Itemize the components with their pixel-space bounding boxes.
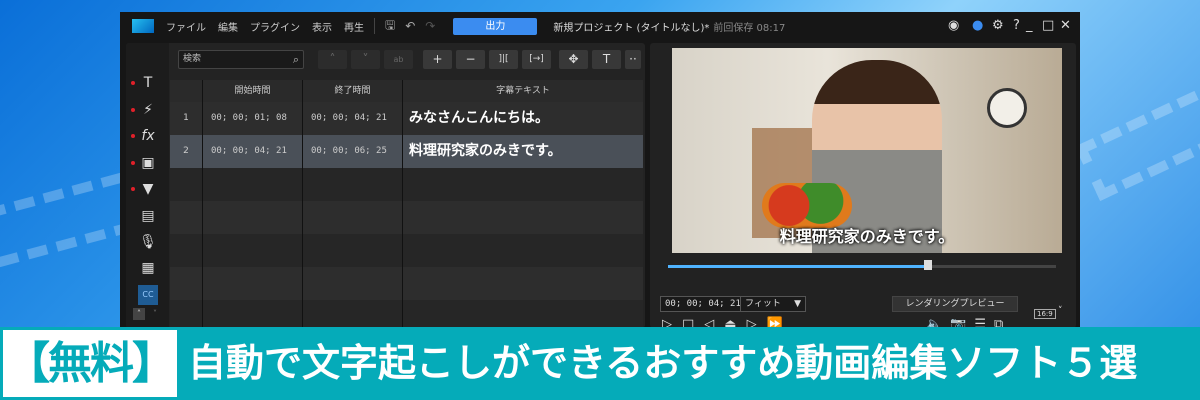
scroll-down-icon[interactable]: ˅ bbox=[149, 308, 161, 320]
start-time[interactable]: 00; 00; 01; 08 bbox=[203, 102, 303, 135]
article-banner: 【無料】 自動で文字起こしができるおすすめ動画編集ソフト５選 bbox=[0, 327, 1200, 400]
seek-handle[interactable] bbox=[923, 260, 932, 270]
move-down-button[interactable]: ˅ bbox=[351, 49, 380, 69]
menu-play[interactable]: 再生 bbox=[344, 19, 364, 34]
search-icon[interactable]: ⌕ bbox=[293, 51, 299, 68]
pip-room-icon[interactable]: ▣ bbox=[131, 153, 158, 173]
table-row-selected[interactable]: 2 00; 00; 04; 21 00; 00; 06; 25 料理研究家のみき… bbox=[170, 135, 643, 168]
row-number: 1 bbox=[170, 102, 203, 135]
empty-row bbox=[170, 201, 643, 234]
redo-icon[interactable]: ↷ bbox=[425, 19, 435, 33]
empty-row bbox=[170, 234, 643, 267]
empty-row bbox=[170, 168, 643, 201]
scroll-up-icon[interactable]: ˄ bbox=[133, 308, 145, 320]
subtitle-toolbar: 検索 ⌕ ˄ ˅ ab + − ]|[ [→] ✥ T ·· bbox=[170, 43, 645, 75]
chapter-room-icon[interactable]: ▤ bbox=[138, 206, 158, 226]
zoom-select[interactable]: フィット ▼ bbox=[740, 296, 806, 312]
subtitle-room-icon[interactable]: CC bbox=[138, 285, 158, 305]
particle-room-icon[interactable]: ▼ bbox=[131, 179, 158, 199]
transition-room-icon[interactable]: ⚡ bbox=[131, 100, 158, 120]
add-subtitle-button[interactable]: + bbox=[423, 49, 452, 69]
aspect-chevron-icon[interactable]: ˅ bbox=[1058, 306, 1063, 316]
menu-plugin[interactable]: プラグイン bbox=[250, 19, 300, 34]
film-strip-decoration bbox=[1074, 79, 1200, 201]
clock-image bbox=[987, 88, 1027, 128]
divider bbox=[374, 18, 375, 34]
more-button[interactable]: ·· bbox=[625, 49, 641, 69]
table-row[interactable]: 1 00; 00; 01; 08 00; 00; 04; 21 みなさんこんにち… bbox=[170, 102, 643, 135]
app-logo bbox=[132, 19, 154, 33]
header-end[interactable]: 終了時間 bbox=[303, 80, 403, 102]
voice-record-icon[interactable]: 🎙 bbox=[138, 232, 158, 252]
save-icon[interactable]: 🖫 bbox=[385, 16, 395, 37]
header-text[interactable]: 字幕テキスト bbox=[403, 80, 643, 102]
table-header: 開始時間 終了時間 字幕テキスト bbox=[170, 80, 643, 102]
project-title: 新規プロジェクト (タイトルなし)* bbox=[553, 22, 710, 34]
last-saved: 前回保存 08:17 bbox=[713, 22, 786, 34]
search-placeholder: 検索 bbox=[183, 53, 202, 64]
title-room-icon[interactable]: T bbox=[131, 73, 158, 93]
empty-row bbox=[170, 300, 643, 328]
undo-icon[interactable]: ↶ bbox=[405, 19, 415, 33]
maximize-icon[interactable]: □ bbox=[1042, 18, 1054, 33]
video-preview: 料理研究家のみきです。 bbox=[672, 48, 1062, 253]
app-window: ファイル 編集 プラグイン 表示 再生 🖫 ↶ ↷ 出力 新規プロジェクト (タ… bbox=[120, 12, 1080, 332]
chevron-down-icon: ▼ bbox=[794, 299, 801, 309]
account-icon[interactable]: ◉ bbox=[948, 18, 959, 33]
notification-icon[interactable]: ● bbox=[972, 18, 983, 33]
output-button[interactable]: 出力 bbox=[453, 17, 538, 35]
minimize-icon[interactable]: _ bbox=[1026, 18, 1033, 33]
row-number: 2 bbox=[170, 135, 203, 168]
preview-panel: 料理研究家のみきです。 00; 00; 04; 21 フィット ▼ レンダリングプ… bbox=[650, 43, 1076, 332]
subtitle-grid-icon[interactable]: ▦ bbox=[138, 258, 158, 278]
zoom-value: フィット bbox=[745, 299, 781, 309]
end-time[interactable]: 00; 00; 04; 21 bbox=[303, 102, 403, 135]
empty-row bbox=[170, 267, 643, 300]
seek-bar[interactable] bbox=[668, 260, 1056, 270]
menu-view[interactable]: 表示 bbox=[312, 19, 332, 34]
title-bar: ファイル 編集 プラグイン 表示 再生 🖫 ↶ ↷ 出力 新規プロジェクト (タ… bbox=[120, 12, 1080, 40]
settings-icon[interactable]: ⚙ bbox=[992, 18, 1004, 33]
replace-button[interactable]: ab bbox=[384, 49, 413, 69]
render-preview-button[interactable]: レンダリングプレビュー bbox=[892, 296, 1018, 312]
room-sidebar: T ⚡ fx ▣ ▼ ▤ 🎙 ▦ CC ˄ ˅ bbox=[126, 43, 169, 328]
end-time[interactable]: 00; 00; 06; 25 bbox=[303, 135, 403, 168]
menu-file[interactable]: ファイル bbox=[166, 19, 206, 34]
timecode-display[interactable]: 00; 00; 04; 21 bbox=[660, 296, 746, 312]
header-start[interactable]: 開始時間 bbox=[203, 80, 303, 102]
subtitle-overlay: 料理研究家のみきです。 bbox=[779, 227, 955, 246]
start-time[interactable]: 00; 00; 04; 21 bbox=[203, 135, 303, 168]
subtitle-table: 開始時間 終了時間 字幕テキスト 1 00; 00; 01; 08 00; 00… bbox=[170, 80, 643, 328]
position-button[interactable]: ✥ bbox=[559, 49, 588, 69]
close-icon[interactable]: ✕ bbox=[1060, 18, 1071, 33]
seek-progress bbox=[668, 265, 928, 268]
menu-edit[interactable]: 編集 bbox=[218, 19, 238, 34]
subtitle-text[interactable]: みなさんこんにちは。 bbox=[409, 110, 549, 126]
move-up-button[interactable]: ˄ bbox=[318, 49, 347, 69]
help-icon[interactable]: ? bbox=[1013, 18, 1020, 33]
banner-headline: 自動で文字起こしができるおすすめ動画編集ソフト５選 bbox=[188, 341, 1138, 385]
effect-room-icon[interactable]: fx bbox=[131, 126, 158, 146]
merge-button[interactable]: [→] bbox=[522, 49, 551, 69]
free-badge: 【無料】 bbox=[3, 330, 177, 397]
aspect-ratio-button[interactable]: 16:9 bbox=[1034, 309, 1056, 319]
text-format-button[interactable]: T bbox=[592, 49, 621, 69]
search-input[interactable]: 検索 ⌕ bbox=[178, 49, 304, 69]
subtitle-text[interactable]: 料理研究家のみきです。 bbox=[409, 143, 562, 159]
vegetables-image bbox=[762, 183, 852, 228]
subtitle-editor-panel: T ⚡ fx ▣ ▼ ▤ 🎙 ▦ CC ˄ ˅ 検索 ⌕ ˄ ˅ ab + − ]… bbox=[126, 43, 645, 328]
split-button[interactable]: ]|[ bbox=[489, 49, 518, 69]
remove-subtitle-button[interactable]: − bbox=[456, 49, 485, 69]
